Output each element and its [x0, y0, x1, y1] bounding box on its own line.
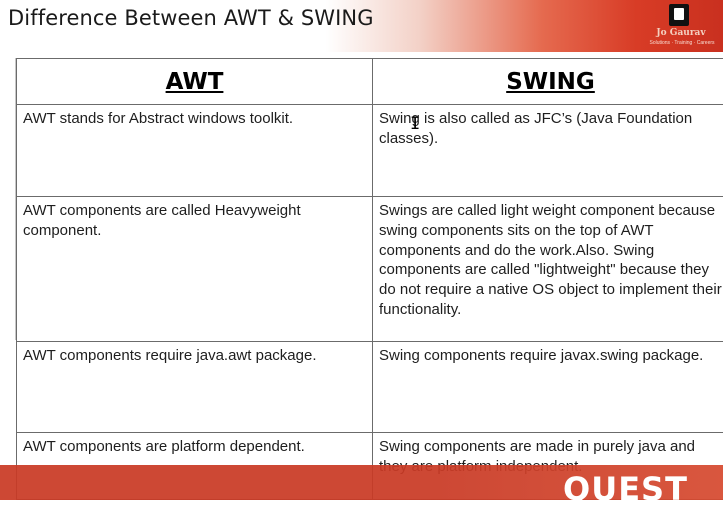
table-cell-swing: Swing is also called as JFC’s (Java Foun… — [373, 105, 723, 197]
logo-text: Jo Gaurav — [643, 28, 719, 38]
comparison-table: AWT SWING AWT stands for Abstract window… — [16, 58, 723, 500]
slide-title: Difference Between AWT & SWING — [8, 6, 374, 30]
table-row: AWT stands for Abstract windows toolkit.… — [17, 105, 723, 197]
table-row: AWT components require java.awt package.… — [17, 342, 723, 433]
table-cell-swing: Swing components require javax.swing pac… — [373, 342, 723, 433]
table-row: AWT components are called Heavyweight co… — [17, 197, 723, 342]
footer-logo: QUEST — [563, 470, 688, 508]
table-cell-awt: AWT stands for Abstract windows toolkit. — [17, 105, 373, 197]
table-cell-awt: AWT components are called Heavyweight co… — [17, 197, 373, 342]
column-header-awt: AWT — [17, 59, 373, 105]
column-header-swing: SWING — [373, 59, 723, 105]
table-cell-swing: Swings are called light weight component… — [373, 197, 723, 342]
logo-tagline: Solutions · Training · Careers — [645, 40, 719, 46]
table-cell-awt: AWT components require java.awt package. — [17, 342, 373, 433]
company-logo: Jo Gaurav Solutions · Training · Careers — [643, 4, 719, 50]
table-header-row: AWT SWING — [17, 59, 723, 105]
logo-icon — [669, 4, 689, 26]
text-cursor-icon: I — [410, 114, 420, 134]
